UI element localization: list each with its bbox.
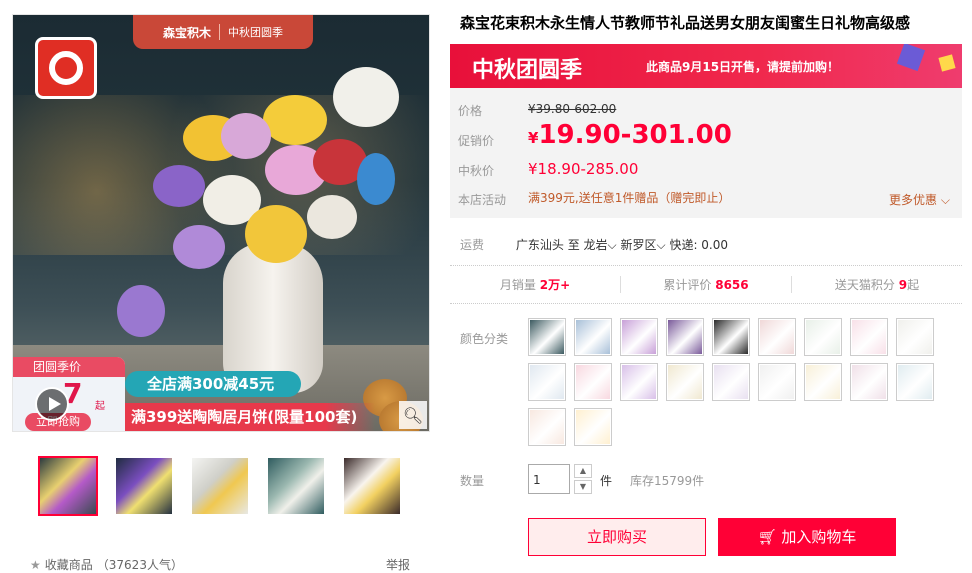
badge-title: 团圆季价 xyxy=(13,357,125,377)
monthly-sales: 月销量 2万+ xyxy=(450,276,621,293)
promo-price-label: 促销价 xyxy=(458,134,495,148)
favorite-label: 收藏商品 xyxy=(44,558,93,572)
cart-icon: 🛒︎ xyxy=(757,528,777,546)
color-swatch[interactable] xyxy=(712,363,750,401)
color-swatch[interactable] xyxy=(850,363,888,401)
flower-purple xyxy=(117,285,165,337)
quantity-decrease-button[interactable]: ▼ xyxy=(574,480,592,494)
price-badge[interactable]: 团圆季价 7 起 立即抢购 xyxy=(13,357,125,431)
color-swatch[interactable] xyxy=(620,318,658,356)
color-swatch[interactable] xyxy=(850,318,888,356)
buy-now-button[interactable]: 立即购买 xyxy=(528,518,706,556)
color-swatch[interactable] xyxy=(804,318,842,356)
presale-message: 此商品9月15日开售，请提前加购！ xyxy=(646,60,840,74)
gift-box-decoration xyxy=(938,54,956,72)
divider xyxy=(450,303,962,304)
quantity-increase-button[interactable]: ▲ xyxy=(574,464,592,478)
festival-price: ¥18.90-285.00 xyxy=(528,160,639,178)
frame-sub: 中秋团圆季 xyxy=(219,24,283,40)
color-swatch[interactable] xyxy=(574,318,612,356)
frame-brand: 森宝积木 xyxy=(162,25,211,40)
color-swatch-grid xyxy=(528,318,948,446)
flower-white xyxy=(307,195,357,239)
favorite-count: （37623人气） xyxy=(96,558,183,572)
color-swatch[interactable] xyxy=(528,363,566,401)
quantity-input[interactable]: 1 xyxy=(528,464,570,494)
favorite-link[interactable]: ★ 收藏商品 （37623人气） xyxy=(30,556,183,573)
color-swatch[interactable] xyxy=(666,318,704,356)
divider xyxy=(450,265,962,266)
quantity-label: 数量 xyxy=(460,474,485,488)
thumbnail-5[interactable] xyxy=(342,456,402,516)
promo-frame-header: 森宝积木 中秋团圆季 xyxy=(133,15,313,49)
list-price-label: 价格 xyxy=(458,104,483,118)
activity-text: 满399元,送任意1件赠品（赠完即止） xyxy=(528,191,731,205)
shipping-label: 运费 xyxy=(460,238,485,252)
flower-yellow xyxy=(245,205,307,263)
store-discount-banner: 全店满300减45元 xyxy=(125,371,301,397)
festival-banner: 中秋团圆季 此商品9月15日开售，请提前加购！ xyxy=(450,44,962,88)
price-panel: 价格 ¥39.80-602.00 促销价 ¥19.90-301.00 中秋价 ¥… xyxy=(450,88,962,218)
add-to-cart-button[interactable]: 🛒︎ 加入购物车 xyxy=(718,518,896,556)
color-swatch[interactable] xyxy=(620,363,658,401)
color-swatch[interactable] xyxy=(528,408,566,446)
mooncake-gift-banner: 满399送陶陶居月饼(限量100套) xyxy=(125,403,375,431)
flower-white xyxy=(333,67,399,127)
review-count[interactable]: 累计评价 8656 xyxy=(621,276,792,293)
flower-purple xyxy=(173,225,225,269)
promo-price-value: 19.90-301.00 xyxy=(538,120,732,150)
festival-price-label: 中秋价 xyxy=(458,164,495,178)
quantity-unit: 件 xyxy=(600,474,613,488)
color-swatch[interactable] xyxy=(758,318,796,356)
thumbnail-strip xyxy=(38,456,402,516)
shipping-fee: 快递: 0.00 xyxy=(669,238,729,252)
color-swatch[interactable] xyxy=(758,363,796,401)
tmall-points: 送天猫积分 9起 xyxy=(834,278,920,292)
color-swatch[interactable] xyxy=(896,363,934,401)
badge-unit: 起 xyxy=(95,401,105,412)
color-label: 颜色分类 xyxy=(460,332,509,346)
flower-yellow xyxy=(263,95,327,145)
color-swatch[interactable] xyxy=(574,363,612,401)
festival-logo: 中秋团圆季 xyxy=(472,58,583,83)
shipping-row: 运费 广东汕头 至 龙岩⌵ 新罗区⌵ 快递: 0.00 xyxy=(460,236,728,253)
product-title: 森宝花束积木永生情人节教师节礼品送男女朋友闺蜜生日礼物高级感 xyxy=(460,14,911,32)
thumbnail-1[interactable] xyxy=(38,456,98,516)
flower-pink xyxy=(221,113,271,159)
add-to-cart-label: 加入购物车 xyxy=(781,528,857,546)
main-product-image[interactable]: 森宝积木 中秋团圆季 团圆季价 7 起 立即抢购 全店满300减45元 满399… xyxy=(12,14,430,432)
color-swatch[interactable] xyxy=(574,408,612,446)
color-swatch[interactable] xyxy=(666,363,704,401)
flower-purple xyxy=(153,165,205,207)
report-link[interactable]: 举报 xyxy=(386,556,410,573)
chevron-down-icon: ⌵ xyxy=(940,193,950,207)
activity-label: 本店活动 xyxy=(458,193,507,207)
star-icon: ★ xyxy=(30,557,41,572)
more-offers-link[interactable]: 更多优惠 ⌵ xyxy=(889,191,950,208)
color-swatch[interactable] xyxy=(528,318,566,356)
brand-logo xyxy=(35,37,97,99)
city-select[interactable]: 龙岩⌵ xyxy=(584,238,617,252)
color-swatch[interactable] xyxy=(804,363,842,401)
currency-symbol: ¥ xyxy=(528,129,539,147)
district-select[interactable]: 新罗区⌵ xyxy=(620,238,665,252)
stock-count: 库存15799件 xyxy=(630,474,705,488)
thumbnail-3[interactable] xyxy=(190,456,250,516)
ship-to-word: 至 xyxy=(567,238,580,252)
flower-blue xyxy=(357,153,395,205)
color-swatch[interactable] xyxy=(896,318,934,356)
list-price: ¥39.80-602.00 xyxy=(528,102,617,116)
thumbnail-4[interactable] xyxy=(266,456,326,516)
video-play-icon[interactable] xyxy=(35,387,69,421)
more-offers-label: 更多优惠 xyxy=(889,193,938,207)
ship-from: 广东汕头 xyxy=(515,238,564,252)
zoom-icon[interactable]: 🔍︎ xyxy=(399,401,427,429)
promo-price: ¥19.90-301.00 xyxy=(528,120,732,150)
gift-box-decoration xyxy=(896,44,926,72)
color-swatch[interactable] xyxy=(712,318,750,356)
sales-stats: 月销量 2万+ 累计评价 8656 送天猫积分 9起 xyxy=(450,276,962,293)
thumbnail-2[interactable] xyxy=(114,456,174,516)
